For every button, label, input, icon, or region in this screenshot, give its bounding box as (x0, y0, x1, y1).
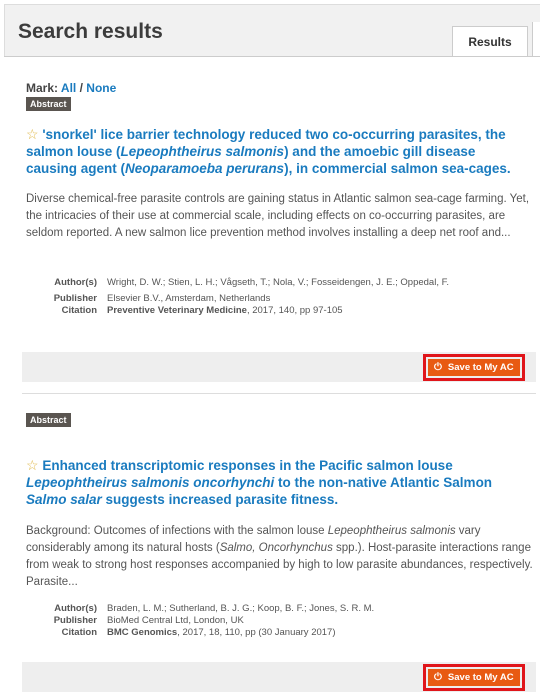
save-button-label: Save to My AC (447, 672, 514, 683)
title-species: Lepeophtheirus salmonis oncorhynchi (26, 475, 275, 490)
result-meta: Author(s) Wright, D. W.; Stien, L. H.; Vå… (26, 277, 526, 317)
abstract-species: Lepeophtheirus salmonis (327, 525, 456, 537)
mark-all-link[interactable]: All (61, 81, 76, 95)
authors-label: Author(s) (54, 603, 97, 614)
title-text: to the non-native Atlantic Salmon (274, 475, 493, 490)
save-to-my-ac-button[interactable]: ⏻ Save to My AC (428, 359, 520, 376)
authors-value: Braden, L. M.; Sutherland, B. J. G.; Koo… (107, 603, 375, 614)
abstract-badge: Abstract (26, 413, 71, 427)
mark-selector: Mark: All / None (26, 81, 116, 95)
citation-details: , 2017, 140, pp 97-105 (246, 305, 343, 316)
publisher-label: Publisher (53, 615, 97, 626)
mark-none-link[interactable]: None (86, 81, 116, 95)
citation-label: Citation (61, 305, 97, 316)
title-text: ), in commercial salmon sea-cages. (284, 161, 511, 176)
save-highlight: ⏻ Save to My AC (423, 354, 525, 381)
save-button-label: Save to My AC (447, 362, 514, 373)
title-species: Lepeophtheirus salmonis (120, 144, 285, 159)
citation-journal: BMC Genomics (107, 627, 178, 638)
result-divider (22, 393, 536, 394)
page-title: Search results (18, 20, 163, 43)
authors-label: Author(s) (54, 277, 97, 288)
abstract-species: Salmo, Oncorhynchus (219, 542, 333, 554)
star-icon[interactable]: ☆ (26, 457, 39, 473)
citation-journal: Preventive Veterinary Medicine (107, 305, 247, 316)
title-species: Salmo salar (26, 492, 102, 507)
save-highlight: ⏻ Save to My AC (423, 664, 525, 691)
result-title-link[interactable]: ☆ 'snorkel' lice barrier technology redu… (26, 126, 530, 177)
authors-value: Wright, D. W.; Stien, L. H.; Vågseth, T.… (107, 277, 449, 288)
save-to-my-ac-button[interactable]: ⏻ Save to My AC (428, 669, 520, 686)
star-icon[interactable]: ☆ (26, 126, 39, 142)
citation-details: , 2017, 18, 110, pp (30 January 2017) (177, 627, 336, 638)
result-title-link[interactable]: ☆ Enhanced transcriptomic responses in t… (26, 457, 530, 508)
mark-separator: / (79, 81, 83, 95)
power-save-icon: ⏻ (434, 672, 442, 683)
mark-label: Mark: (26, 81, 59, 95)
power-save-icon: ⏻ (434, 362, 442, 373)
abstract-snippet: Background: Outcomes of infections with … (26, 523, 534, 591)
abstract-text: Background: Outcomes of infections with … (26, 525, 328, 537)
title-species: Neoparamoeba perurans (125, 161, 285, 176)
publisher-label: Publisher (53, 293, 97, 304)
tab-results[interactable]: Results (452, 26, 528, 56)
publisher-value: BioMed Central Ltd, London, UK (107, 615, 244, 626)
tab-edge (532, 22, 540, 56)
title-text: suggests increased parasite fitness. (101, 492, 339, 507)
title-text: Enhanced transcriptomic responses in the… (42, 458, 453, 473)
result-meta: Author(s) Braden, L. M.; Sutherland, B. J… (26, 603, 526, 639)
publisher-value: Elsevier B.V., Amsterdam, Netherlands (107, 293, 271, 304)
citation-label: Citation (61, 627, 97, 638)
abstract-snippet: Diverse chemical-free parasite controls … (26, 193, 530, 239)
abstract-badge: Abstract (26, 97, 71, 111)
